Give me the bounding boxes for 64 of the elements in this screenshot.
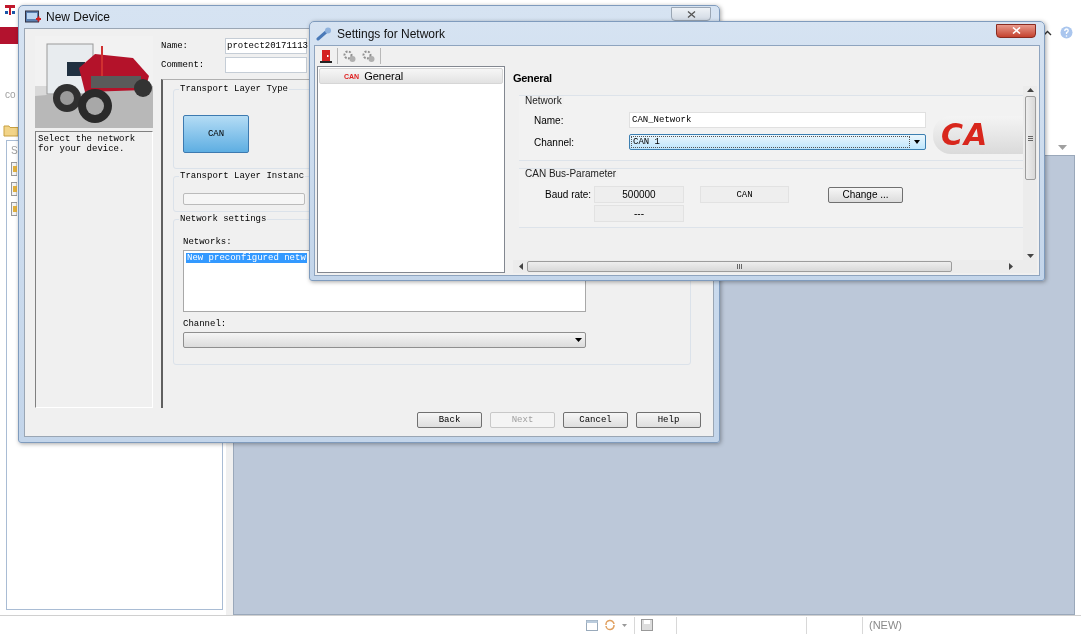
instance-dropdown[interactable] [183, 193, 305, 205]
window-title: Settings for Network [337, 26, 446, 41]
window-title: New Device [46, 10, 111, 24]
tool-icon [11, 182, 17, 196]
second-value: --- [594, 205, 684, 222]
ribbon-tab-strip [0, 27, 18, 44]
page-heading: General [513, 72, 553, 84]
app-logo-icon [4, 4, 16, 16]
field-label: Channel: [534, 136, 576, 148]
tool-icon [11, 202, 17, 216]
group-title: Transport Layer Type [179, 84, 290, 94]
dialog-button[interactable]: Help [636, 412, 701, 428]
close-icon [686, 10, 696, 18]
field-label: Networks: [183, 237, 233, 247]
field-label: Channel: [183, 319, 228, 329]
dialog-button[interactable]: Cancel [563, 412, 628, 428]
window-icon [586, 619, 598, 631]
exit-door-icon [319, 49, 333, 63]
folder-icon [3, 123, 19, 137]
close-button[interactable] [996, 23, 1036, 38]
channel-dropdown[interactable]: CAN 1 [629, 134, 926, 150]
name-field[interactable]: protect20171113 [225, 37, 307, 54]
grip-icon [1027, 135, 1033, 141]
horizontal-scrollbar[interactable] [513, 260, 1037, 273]
group-title: Network settings [179, 214, 268, 224]
caret-down-icon [575, 338, 582, 342]
group-title: CAN Bus-Parameter [525, 169, 619, 179]
tree-item-label: General [364, 70, 404, 82]
group-title: Network [525, 96, 564, 106]
device-icon [25, 10, 41, 24]
save-icon [641, 619, 653, 631]
close-icon [1011, 27, 1021, 34]
field-label: Name: [161, 40, 189, 51]
gear-icon [342, 49, 357, 63]
caret-down-icon [622, 623, 627, 627]
baud-rate-value: 500000 [594, 186, 684, 203]
ribbon-label: co [5, 89, 16, 100]
scroll-right-icon [1009, 263, 1013, 270]
transport-option[interactable]: CAN [183, 115, 249, 153]
gear-icon [361, 49, 376, 63]
vertical-scrollbar[interactable] [1023, 86, 1037, 260]
mode-label: (NEW) [869, 619, 902, 631]
scroll-left-icon [519, 263, 523, 270]
refresh-icon [604, 619, 616, 631]
group-title: Transport Layer Instanc [179, 171, 306, 181]
caret-down-icon [1058, 145, 1067, 150]
protocol-value: CAN [700, 186, 789, 203]
comment-field[interactable] [225, 56, 307, 73]
dialog-button[interactable]: Back [417, 412, 482, 428]
close-button[interactable] [671, 7, 711, 21]
channel-dropdown[interactable] [183, 332, 586, 348]
scroll-down-icon [1026, 254, 1034, 258]
field-label: Comment: [161, 59, 206, 70]
wrench-icon [316, 26, 332, 41]
panel-label: S [11, 145, 18, 156]
help-icon [1060, 26, 1073, 39]
grip-icon [737, 264, 742, 269]
change-button[interactable]: Change ... [828, 186, 903, 203]
description-text: Select the network for your device. [35, 131, 153, 408]
name-field[interactable]: CAN_Network [629, 112, 926, 128]
tool-icon [11, 162, 17, 176]
field-label: Baud rate: [544, 189, 593, 200]
scroll-up-icon [1026, 88, 1034, 92]
field-label: Name: [534, 114, 565, 126]
